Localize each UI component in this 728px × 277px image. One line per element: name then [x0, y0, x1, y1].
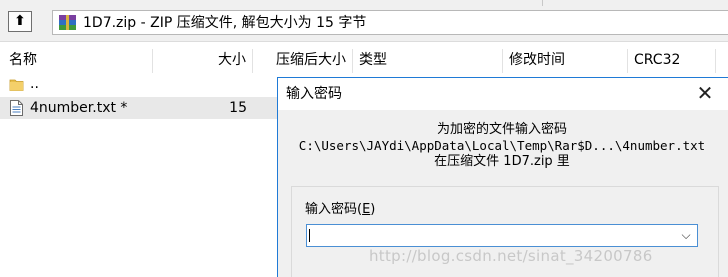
text-caret: [309, 229, 310, 242]
password-label: 输入密码(E): [305, 201, 375, 219]
password-label-end: ): [370, 202, 376, 217]
file-name: ..: [30, 76, 39, 92]
up-one-level-button[interactable]: ⬆: [8, 11, 32, 32]
column-header-name[interactable]: 名称: [0, 49, 153, 73]
watermark: http://blog.csdn.net/sinat_34200786: [369, 247, 653, 265]
password-input[interactable]: [307, 225, 673, 246]
password-combobox[interactable]: ⌵: [306, 224, 698, 247]
message-line: 在压缩文件 1D7.zip 里: [434, 154, 570, 169]
close-icon: ✕: [696, 81, 714, 105]
rar-archive-icon: [59, 15, 76, 30]
password-label-text: 输入密码(: [305, 202, 363, 217]
column-header-packed-size[interactable]: 压缩后大小: [253, 49, 353, 73]
encrypted-file-path: C:\Users\JAYdi\AppData\Local\Temp\Rar$D.…: [298, 138, 706, 153]
folder-up-icon: [9, 79, 24, 91]
arrow-up-icon: ⬆: [14, 13, 26, 29]
list-item[interactable]: 4number.txt * 15: [0, 97, 281, 119]
archive-path-field[interactable]: 1D7.zip - ZIP 压缩文件, 解包大小为 15 字节: [52, 10, 728, 35]
chevron-down-icon: ⌵: [681, 228, 691, 242]
column-header-size[interactable]: 大小: [153, 49, 253, 73]
dropdown-button[interactable]: ⌵: [675, 225, 697, 246]
column-header-crc32[interactable]: CRC32: [628, 49, 716, 73]
text-file-icon: [10, 100, 23, 116]
archive-path-text: 1D7.zip - ZIP 压缩文件, 解包大小为 15 字节: [83, 15, 367, 31]
close-button[interactable]: ✕: [682, 78, 728, 110]
divider: [542, 0, 543, 6]
dialog-titlebar[interactable]: 输入密码 ✕: [278, 78, 728, 110]
file-name: 4number.txt *: [30, 100, 128, 116]
column-header-modified[interactable]: 修改时间: [503, 49, 628, 73]
dialog-message: 为加密的文件输入密码 C:\Users\JAYdi\AppData\Local\…: [278, 122, 726, 170]
address-toolbar: ⬆ 1D7.zip - ZIP 压缩文件, 解包大小为 15 字节: [0, 0, 728, 42]
file-size: 15: [229, 100, 247, 116]
column-header-type[interactable]: 类型: [353, 49, 503, 73]
dialog-title: 输入密码: [286, 86, 342, 102]
message-line: 为加密的文件输入密码: [436, 122, 567, 137]
file-list-header: 名称 大小 压缩后大小 类型 修改时间 CRC32: [0, 49, 728, 73]
